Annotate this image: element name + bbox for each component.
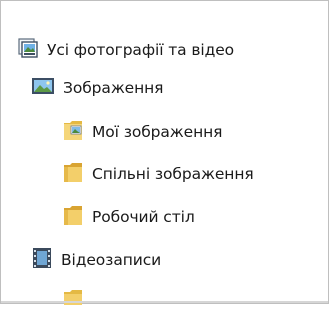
videos-library-icon: [31, 246, 53, 274]
tree-item-desktop[interactable]: Робочий стіл: [62, 202, 195, 232]
tree-item-label: Мої зображення: [92, 123, 223, 141]
tree-item-label: Спільні зображення: [92, 165, 254, 183]
pictures-library-icon: [31, 75, 55, 101]
navigation-pane: Усі фотографії та відео Зображення Мої з…: [0, 0, 329, 305]
tree-item-label: Робочий стіл: [92, 208, 195, 226]
tree-item-pictures[interactable]: Зображення: [31, 73, 164, 103]
tree-item-my-pictures[interactable]: Мої зображення: [62, 117, 223, 147]
tree-item-videos[interactable]: Відеозаписи: [31, 245, 161, 275]
folder-icon: [62, 160, 84, 188]
tree-item-all-photos-and-videos[interactable]: Усі фотографії та відео: [17, 35, 234, 65]
folder-tree: Усі фотографії та відео Зображення Мої з…: [1, 1, 328, 305]
tree-item-label: Зображення: [63, 79, 164, 97]
photos-library-icon: [17, 37, 39, 63]
tree-item-label: Усі фотографії та відео: [47, 41, 235, 59]
divider: [1, 301, 328, 303]
folder-icon: [62, 203, 84, 231]
folder-icon: [62, 287, 84, 309]
my-pictures-folder-icon: [62, 118, 84, 146]
tree-item-shared-pictures[interactable]: Спільні зображення: [62, 159, 254, 189]
tree-item-label: Відеозаписи: [61, 251, 162, 269]
